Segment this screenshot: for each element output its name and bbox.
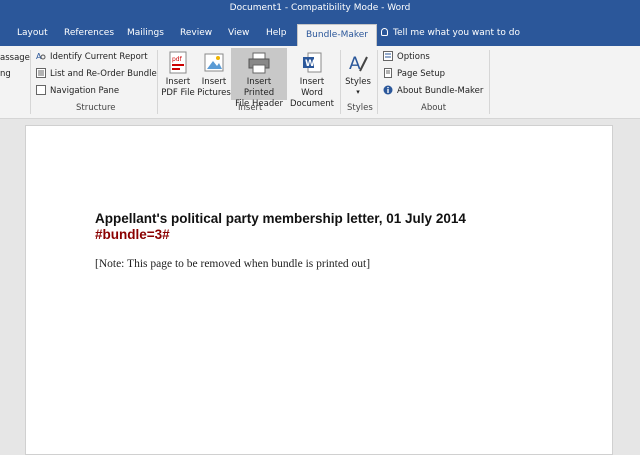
tab-mailings[interactable]: Mailings (127, 17, 164, 46)
partial-item-1[interactable]: assage (0, 51, 30, 65)
word-document-icon: W (303, 52, 322, 73)
identify-label: Identify Current Report (50, 52, 148, 62)
list-reorder-button[interactable]: List and Re-Order Bundle (36, 67, 157, 81)
page-setup-label: Page Setup (397, 69, 446, 79)
options-label: Options (397, 52, 430, 62)
svg-text:A: A (349, 54, 361, 74)
tab-bundle-maker[interactable]: Bundle-Maker (297, 24, 377, 46)
lightbulb-icon (381, 28, 388, 36)
tell-me-label: Tell me what you want to do (393, 28, 520, 38)
document-note[interactable]: [Note: This page to be removed when bund… (95, 258, 370, 270)
list-reorder-label: List and Re-Order Bundle (50, 69, 157, 79)
options-icon (383, 51, 393, 61)
ribbon-tab-bar: Layout References Mailings Review View H… (0, 17, 640, 46)
document-page[interactable] (25, 125, 613, 455)
navigation-pane-checkbox[interactable]: Navigation Pane (36, 84, 119, 98)
insert-pdf-line1: Insert (165, 77, 191, 87)
insert-group-label: Insert (238, 103, 263, 113)
tab-review[interactable]: Review (180, 17, 212, 46)
styles-icon: A (349, 54, 368, 74)
svg-text:W: W (305, 59, 315, 69)
group-separator (377, 50, 378, 114)
identify-icon: A (36, 52, 46, 61)
pdf-file-icon: pdf (169, 51, 187, 74)
tab-view[interactable]: View (228, 17, 249, 46)
navigation-pane-label: Navigation Pane (50, 86, 120, 96)
group-separator (340, 50, 341, 114)
pictures-icon (204, 53, 224, 72)
svg-text:pdf: pdf (172, 56, 183, 63)
page-setup-button[interactable]: Page Setup (383, 67, 445, 81)
insert-word-document-button[interactable]: W Insert Word Document (288, 48, 336, 109)
styles-group-label: Styles (347, 103, 373, 113)
insert-word-line2: Document (289, 99, 335, 109)
styles-button[interactable]: A Styles ▾ (342, 48, 374, 100)
insert-pdf-button[interactable]: pdf Insert PDF File (160, 48, 196, 100)
about-bundle-maker-label: About Bundle-Maker (397, 86, 484, 96)
partial-item-2[interactable]: ng (0, 67, 11, 81)
identify-report-button[interactable]: A Identify Current Report (36, 50, 148, 64)
about-group-label: About (421, 103, 447, 113)
insert-pictures-button[interactable]: Insert Pictures (196, 48, 232, 100)
tell-me-box[interactable]: Tell me what you want to do (381, 17, 520, 46)
insert-printed-header-button[interactable]: Insert Printed File Header (231, 48, 287, 109)
insert-word-line1: Insert Word (299, 77, 325, 98)
group-separator (30, 50, 31, 114)
bundle-marker[interactable]: #bundle=3# (95, 227, 170, 242)
chevron-down-icon: ▾ (356, 88, 360, 96)
tab-references[interactable]: References (64, 17, 114, 46)
info-icon (383, 85, 393, 95)
insert-pictures-line2: Pictures (197, 88, 231, 98)
window-title: Document1 - Compatibility Mode - Word (229, 3, 411, 13)
tab-help[interactable]: Help (266, 17, 287, 46)
document-heading[interactable]: Appellant's political party membership l… (95, 211, 466, 226)
options-button[interactable]: Options (383, 50, 430, 64)
structure-group-label: Structure (76, 103, 116, 113)
tab-layout[interactable]: Layout (17, 17, 48, 46)
about-bundle-maker-button[interactable]: About Bundle-Maker (383, 84, 483, 98)
list-icon (36, 68, 46, 78)
insert-printed-line1: Insert Printed (243, 77, 275, 98)
styles-label: Styles (345, 77, 371, 87)
title-bar: Document1 - Compatibility Mode - Word (0, 0, 640, 17)
checkbox-icon (36, 85, 46, 95)
printer-icon (248, 52, 270, 74)
page-setup-icon (384, 68, 392, 78)
group-separator (489, 50, 490, 114)
insert-pictures-line1: Insert (201, 77, 227, 87)
insert-pdf-line2: PDF File (161, 88, 195, 98)
group-separator (157, 50, 158, 114)
